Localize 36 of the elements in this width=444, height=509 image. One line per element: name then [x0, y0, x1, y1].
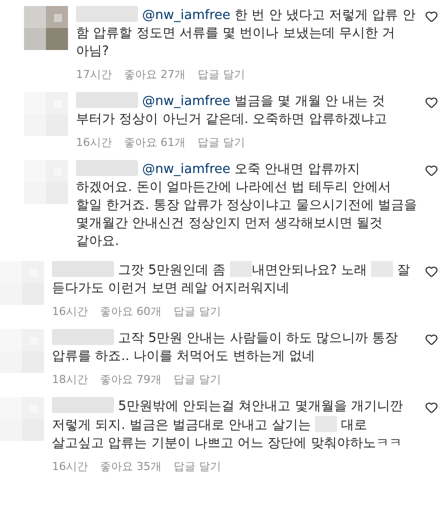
comment-time: 16시간: [76, 135, 112, 150]
mention-link[interactable]: @nw_iamfree: [142, 162, 230, 177]
likes-button[interactable]: 좋아요 79개: [100, 372, 162, 387]
mention-link[interactable]: @nw_iamfree: [142, 94, 230, 109]
redacted-username: [76, 92, 138, 108]
redacted-username: [76, 160, 138, 176]
reply-button[interactable]: 답글 달기: [174, 304, 221, 319]
comment-text: 그깟 5만원인데 좀 내면안되나요? 노래 잘 듣다가도 이런거 보면 레알 어지러워지네: [52, 261, 412, 298]
likes-button[interactable]: 좋아요 61개: [124, 135, 186, 150]
reply-button[interactable]: 답글 달기: [198, 67, 245, 82]
heart-icon[interactable]: [425, 401, 438, 414]
reply-button[interactable]: 답글 달기: [174, 372, 221, 387]
comment-text: 고작 5만원 안내는 사람들이 하도 많으니까 통장 압류를 하죠.. 나이를 처먹어도 변하는게 없네: [52, 329, 400, 366]
likes-button[interactable]: 좋아요 27개: [124, 67, 186, 82]
heart-icon[interactable]: [425, 96, 438, 109]
mention-link[interactable]: @nw_iamfree: [142, 8, 230, 23]
redacted-username: [76, 6, 138, 22]
redacted-username: [52, 261, 114, 277]
redacted-username: [52, 397, 114, 413]
comment-text: 5만원밖에 안되는걸 쳐안내고 몇개월을 개기니깐 저렇게 되지. 벌금은 벌금대로 안내고 살기는 대로 살고싶고 압류는 기분이 나쁘고 어느 장단에 맞춰야하노ㅋㅋ: [52, 397, 404, 453]
likes-button[interactable]: 좋아요 35개: [100, 459, 162, 474]
comment-text: @nw_iamfree 한 번 안 냈다고 저렇게 압류 안 함 압류할 정도면 서류를 몇 번이나 보냈는데 무시한 거 아님?: [76, 6, 416, 61]
heart-icon[interactable]: [425, 10, 438, 23]
heart-icon[interactable]: [425, 265, 438, 278]
comment-time: 17시간: [76, 67, 112, 82]
heart-icon[interactable]: [425, 164, 438, 177]
comment-time: 16시간: [52, 304, 88, 319]
comment-text: @nw_iamfree 오죽 안내면 압류까지 하겠어요. 돈이 얼마든간에 나라에선 법 테두리 안에서 할일 한거죠. 통장 압류가 정상이냐고 물으시기전에 벌금을 몇개월간 안내신건 정상인지 먼저 생각해보시면 될것 같아요.: [76, 160, 417, 251]
reply-button[interactable]: 답글 달기: [198, 135, 245, 150]
comment-time: 18시간: [52, 372, 88, 387]
comment-text: @nw_iamfree 벌금을 몇 개월 안 내는 것 부터가 정상이 아닌거 같은데. 오죽하면 압류하겠냐고: [76, 92, 388, 129]
comment-time: 16시간: [52, 459, 88, 474]
redacted-username: [52, 329, 114, 345]
heart-icon[interactable]: [425, 333, 438, 346]
reply-button[interactable]: 답글 달기: [174, 459, 221, 474]
likes-button[interactable]: 좋아요 60개: [100, 304, 162, 319]
